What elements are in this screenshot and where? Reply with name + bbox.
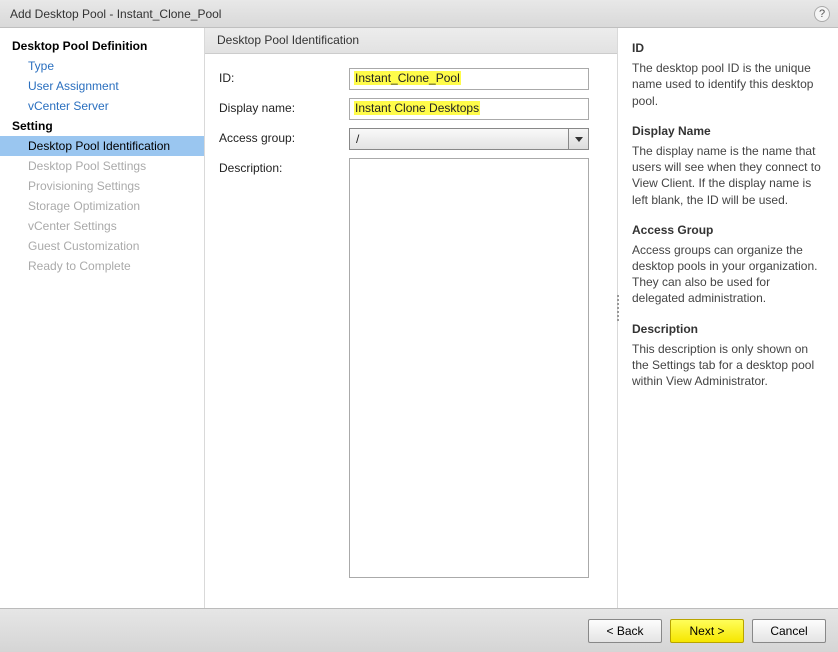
row-description: Description: <box>219 158 595 578</box>
textarea-description[interactable] <box>349 158 589 578</box>
row-id: ID: Instant_Clone_Pool <box>219 68 595 90</box>
cancel-button[interactable]: Cancel <box>752 619 826 643</box>
help-panel: ID The desktop pool ID is the unique nam… <box>618 28 838 608</box>
sidebar-item-vcenter-settings: vCenter Settings <box>0 216 204 236</box>
sidebar-item-provisioning: Provisioning Settings <box>0 176 204 196</box>
help-description-title: Description <box>632 321 826 337</box>
label-id: ID: <box>219 68 349 85</box>
help-id-title: ID <box>632 40 826 56</box>
label-description: Description: <box>219 158 349 175</box>
window-title: Add Desktop Pool - Instant_Clone_Pool <box>10 7 221 21</box>
sidebar-item-identification[interactable]: Desktop Pool Identification <box>0 136 204 156</box>
sidebar-item-user-assignment[interactable]: User Assignment <box>0 76 204 96</box>
help-accessgroup-title: Access Group <box>632 222 826 238</box>
sidebar-group-setting: Setting <box>0 116 204 136</box>
dropdown-access-group-value: / <box>350 132 365 146</box>
titlebar: Add Desktop Pool - Instant_Clone_Pool ? <box>0 0 838 28</box>
label-display-name: Display name: <box>219 98 349 115</box>
help-accessgroup-text: Access groups can organize the desktop p… <box>632 242 826 307</box>
help-displayname-text: The display name is the name that users … <box>632 143 826 208</box>
next-button[interactable]: Next > <box>670 619 744 643</box>
resize-grip-icon[interactable] <box>614 288 621 328</box>
label-access-group: Access group: <box>219 128 349 145</box>
sidebar-item-ready: Ready to Complete <box>0 256 204 276</box>
main-panel: Desktop Pool Identification ID: Instant_… <box>205 28 618 608</box>
sidebar-item-vcenter-server[interactable]: vCenter Server <box>0 96 204 116</box>
sidebar-item-storage: Storage Optimization <box>0 196 204 216</box>
section-header: Desktop Pool Identification <box>205 28 617 54</box>
form-left: ID: Instant_Clone_Pool Display name: Ins… <box>205 54 605 608</box>
wizard-window: Add Desktop Pool - Instant_Clone_Pool ? … <box>0 0 838 652</box>
help-id-text: The desktop pool ID is the unique name u… <box>632 60 826 109</box>
input-id[interactable]: Instant_Clone_Pool <box>349 68 589 90</box>
row-display-name: Display name: Instant Clone Desktops <box>219 98 595 120</box>
help-displayname-title: Display Name <box>632 123 826 139</box>
sidebar: Desktop Pool Definition Type User Assign… <box>0 28 205 608</box>
form-area: ID: Instant_Clone_Pool Display name: Ins… <box>205 54 617 608</box>
input-display-name[interactable]: Instant Clone Desktops <box>349 98 589 120</box>
sidebar-item-type[interactable]: Type <box>0 56 204 76</box>
input-display-name-value: Instant Clone Desktops <box>354 101 480 115</box>
footer: < Back Next > Cancel <box>0 608 838 652</box>
sidebar-item-pool-settings: Desktop Pool Settings <box>0 156 204 176</box>
sidebar-item-guest-custom: Guest Customization <box>0 236 204 256</box>
help-icon[interactable]: ? <box>814 6 830 22</box>
body: Desktop Pool Definition Type User Assign… <box>0 28 838 608</box>
dropdown-access-group[interactable]: / <box>349 128 589 150</box>
sidebar-group-definition: Desktop Pool Definition <box>0 36 204 56</box>
help-description-text: This description is only shown on the Se… <box>632 341 826 390</box>
chevron-down-icon <box>568 129 588 149</box>
input-id-value: Instant_Clone_Pool <box>354 71 461 85</box>
row-access-group: Access group: / <box>219 128 595 150</box>
back-button[interactable]: < Back <box>588 619 662 643</box>
